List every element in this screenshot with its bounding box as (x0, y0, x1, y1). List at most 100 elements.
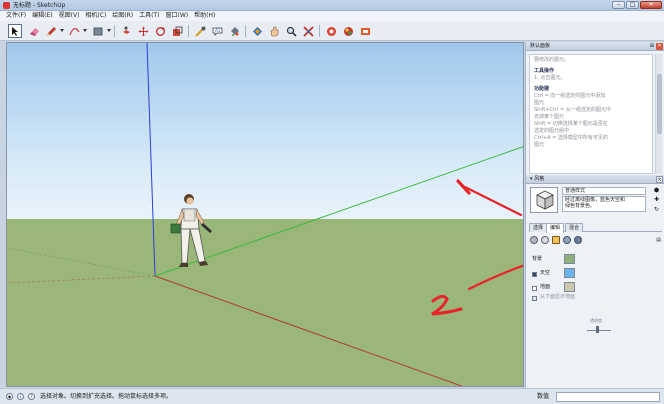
toolbar-separator (245, 25, 246, 37)
select-arrow-icon[interactable] (8, 24, 22, 38)
instructor-scrollbar[interactable] (655, 54, 662, 174)
measurements-input[interactable] (556, 392, 660, 402)
eraser-icon[interactable] (27, 24, 41, 38)
scale-icon[interactable] (170, 24, 184, 38)
update-style-icon[interactable]: ⬢ (652, 187, 661, 195)
push-pull-icon[interactable] (119, 24, 133, 38)
paint-bucket-icon[interactable] (227, 24, 241, 38)
menu-view[interactable]: 视图(V) (56, 11, 83, 21)
close-button[interactable]: ✕ (640, 1, 662, 9)
instructor-panel: 要修改的图元。 工具操作 1. 点击图元。 功能键 Ctrl = 向一组选定的图… (529, 54, 653, 174)
background-label: 背景 (532, 256, 543, 262)
tab-mix[interactable]: 混合 (565, 223, 584, 232)
refresh-icon[interactable]: ↻ (652, 206, 661, 214)
tray-header: 默认面板 ⊞ ✕ (526, 42, 664, 51)
ground-label: 地面 (540, 284, 551, 290)
tab-edit[interactable]: 编辑 (546, 223, 565, 233)
pencil-icon[interactable] (44, 24, 58, 38)
modifier-key-line: Ctrl = 向一组选定的图元中添加 (534, 93, 606, 99)
tape-measure-icon[interactable] (193, 24, 207, 38)
toolbar-separator (114, 25, 115, 37)
transparency-slider-knob[interactable] (596, 326, 599, 333)
help-icon[interactable]: ? (28, 393, 35, 400)
pan-icon[interactable] (267, 24, 281, 38)
text-icon[interactable]: A1 (210, 24, 224, 38)
style-name-field[interactable]: 普通样式 (562, 187, 646, 195)
person-figure-icon (170, 194, 212, 267)
send-to-layout-icon[interactable] (358, 24, 372, 38)
measurements-label: 数值 (537, 393, 550, 400)
edge-settings-icon[interactable] (530, 236, 538, 244)
default-tray: 默认面板 ⊞ ✕ 要修改的图元。 工具操作 1. 点击图元。 功能键 Ctrl … (525, 42, 664, 404)
rotate-icon[interactable] (153, 24, 167, 38)
modifier-key-line: 选定的图元组中 (534, 128, 570, 134)
options-menu-icon[interactable]: ▤ (656, 236, 661, 244)
style-thumbnail[interactable] (530, 187, 558, 213)
svg-text:A1: A1 (215, 28, 221, 33)
create-style-icon[interactable]: ✚ (652, 196, 661, 204)
orbit-icon[interactable] (250, 24, 264, 38)
menu-edit[interactable]: 编辑(E) (29, 11, 55, 21)
menu-help[interactable]: 帮助(H) (191, 11, 218, 21)
scrollbar-thumb[interactable] (657, 74, 662, 134)
ground-checkbox[interactable] (532, 286, 537, 291)
window-title: 无标题 - SketchUp (13, 2, 66, 9)
tray-title: 默认面板 (530, 43, 551, 49)
instructor-text: 要修改的图元。 (534, 57, 570, 63)
style-description-field[interactable]: 经过离线图像，蓝色天空和 绿色背景色。 (562, 196, 646, 212)
toolbar-separator (188, 25, 189, 37)
watermark-settings-icon[interactable] (563, 236, 571, 244)
zoom-icon[interactable] (284, 24, 298, 38)
tab-select[interactable]: 选择 (529, 223, 548, 232)
tool-ops-title: 工具操作 (534, 68, 555, 74)
close-icon[interactable]: ✕ (656, 43, 663, 50)
styles-title: ▾ 风格 (530, 176, 545, 182)
transparency-label: 透明度 (590, 318, 602, 323)
chevron-down-icon[interactable] (60, 29, 64, 32)
menu-window[interactable]: 窗口(W) (163, 11, 192, 21)
chevron-down-icon[interactable] (83, 29, 87, 32)
face-settings-icon[interactable] (541, 236, 549, 244)
cube-icon (536, 190, 554, 210)
menu-camera[interactable]: 相机(C) (82, 11, 109, 21)
modifier-key-line: Ctrl+A = 选择模型中所有可见的 (534, 135, 608, 141)
collapse-icon[interactable]: × (656, 176, 663, 183)
ground-color-swatch[interactable] (564, 282, 575, 292)
maximize-button[interactable]: □ (626, 1, 639, 9)
menu-bar: 文件(F) 编辑(E) 视图(V) 相机(C) 绘图(R) 工具(T) 窗口(W… (0, 11, 664, 21)
menu-tools[interactable]: 工具(T) (136, 11, 162, 21)
styles-header[interactable]: ▾ 风格 × (526, 175, 664, 184)
sketchup-app-icon (3, 2, 10, 9)
sky-checkbox[interactable] (532, 272, 537, 277)
menu-draw[interactable]: 绘图(R) (109, 11, 136, 21)
extension-warehouse-icon[interactable] (341, 24, 355, 38)
show-ground-from-below-checkbox[interactable] (532, 296, 537, 301)
modifier-key-line: 去掉某个图元 (534, 114, 565, 120)
sky-color-swatch[interactable] (564, 268, 575, 278)
pin-icon[interactable]: ⊞ (650, 42, 654, 51)
title-bar: 无标题 - SketchUp – □ ✕ (0, 0, 664, 11)
credits-icon[interactable]: i (17, 393, 24, 400)
style-description-line: 绿色背景色。 (565, 203, 596, 209)
warehouse-icon[interactable] (324, 24, 338, 38)
status-message: 选择对象。切换到扩充选择。拖动鼠标选择多项。 (40, 393, 173, 400)
styles-tabs: 选择 编辑 混合 (529, 222, 662, 233)
zoom-extents-icon[interactable] (301, 24, 315, 38)
tool-ops-step: 1. 点击图元。 (534, 75, 566, 81)
background-color-swatch[interactable] (564, 254, 575, 264)
drawing-viewport[interactable] (6, 42, 524, 387)
move-icon[interactable] (136, 24, 150, 38)
menu-file[interactable]: 文件(F) (3, 11, 29, 21)
rectangle-icon[interactable] (91, 24, 105, 38)
transparency-slider-track[interactable] (587, 330, 611, 331)
background-settings-icon[interactable] (552, 236, 560, 244)
geolocation-icon[interactable]: ◆ (6, 393, 13, 400)
edit-category-icons: ▤ (530, 236, 661, 245)
show-ground-from-below-label: 从下面显示地面 (540, 294, 576, 300)
minimize-button[interactable]: – (612, 1, 625, 9)
axis-lines (7, 43, 523, 386)
chevron-down-icon[interactable] (107, 29, 111, 32)
arc-icon[interactable] (67, 24, 81, 38)
modeling-settings-icon[interactable] (574, 236, 582, 244)
modifier-key-line: 图元 (534, 100, 545, 106)
